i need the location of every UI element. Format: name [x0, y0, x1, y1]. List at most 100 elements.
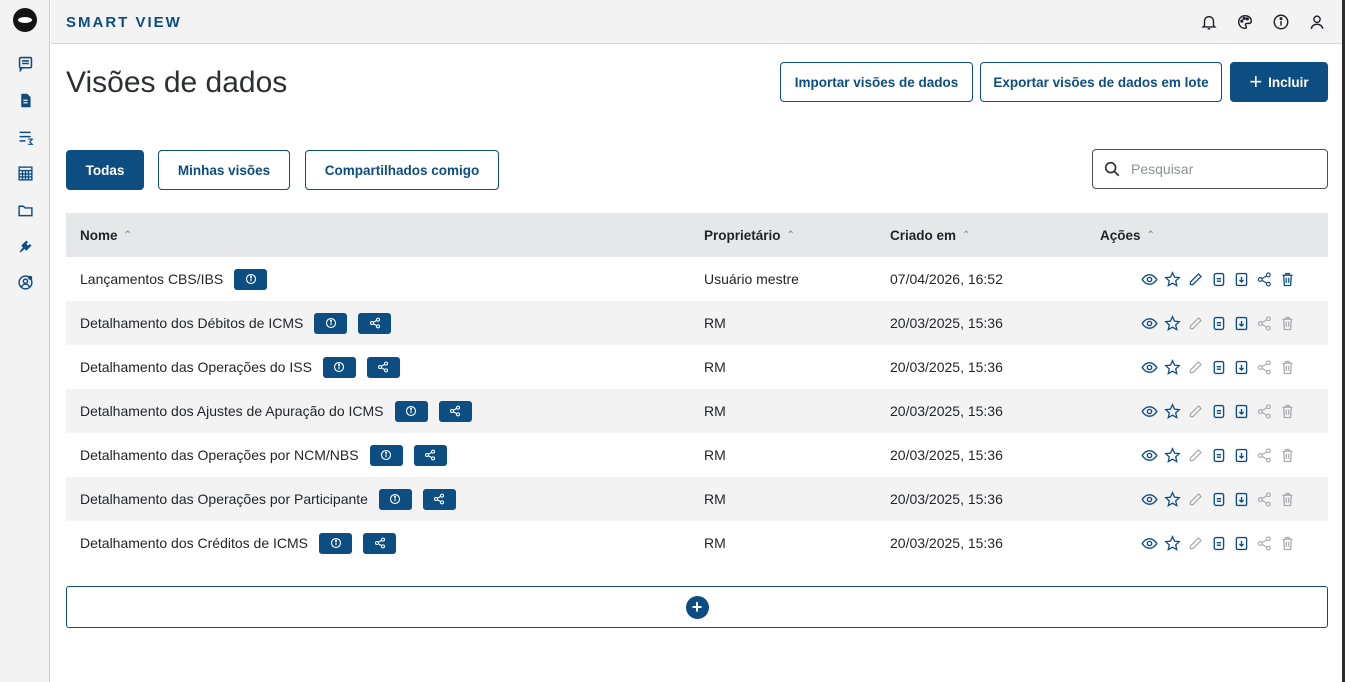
column-header-created[interactable]: Criado em ⌃	[890, 228, 1100, 243]
export-file-icon[interactable]	[1230, 444, 1253, 466]
view-name[interactable]: Detalhamento das Operações por Participa…	[80, 491, 368, 507]
duplicate-icon[interactable]	[1207, 356, 1230, 378]
formula-list-icon[interactable]	[12, 126, 38, 148]
column-header-owner[interactable]: Proprietário ⌃	[704, 228, 890, 243]
share-badge-icon[interactable]	[413, 444, 447, 466]
add-button[interactable]: + Incluir	[1230, 62, 1328, 102]
info-badge-icon[interactable]	[394, 400, 428, 422]
view-icon[interactable]	[1138, 532, 1161, 554]
duplicate-icon[interactable]	[1207, 532, 1230, 554]
export-file-icon[interactable]	[1230, 488, 1253, 510]
share-icon[interactable]	[1253, 400, 1276, 422]
view-icon[interactable]	[1138, 268, 1161, 290]
trash-icon[interactable]	[1276, 312, 1299, 334]
column-header-name[interactable]: Nome ⌃	[66, 228, 704, 243]
favorite-star-icon[interactable]	[1161, 400, 1184, 422]
view-name[interactable]: Lançamentos CBS/IBS	[80, 271, 223, 287]
trash-icon[interactable]	[1276, 444, 1299, 466]
plugin-icon[interactable]	[12, 235, 38, 257]
export-file-icon[interactable]	[1230, 400, 1253, 422]
table-row[interactable]: Detalhamento das Operações por Participa…	[66, 477, 1328, 521]
view-icon[interactable]	[1138, 444, 1161, 466]
info-badge-icon[interactable]	[234, 268, 268, 290]
share-badge-icon[interactable]	[358, 312, 392, 334]
favorite-star-icon[interactable]	[1161, 356, 1184, 378]
edit-pencil-icon[interactable]	[1184, 268, 1207, 290]
bell-icon[interactable]	[1198, 11, 1220, 33]
edit-pencil-icon[interactable]	[1184, 356, 1207, 378]
palette-icon[interactable]	[1234, 11, 1256, 33]
table-row[interactable]: Detalhamento das Operações do ISS RM 20/…	[66, 345, 1328, 389]
trash-icon[interactable]	[1276, 532, 1299, 554]
export-button[interactable]: Exportar visões de dados em lote	[980, 62, 1222, 102]
favorite-star-icon[interactable]	[1161, 532, 1184, 554]
trash-icon[interactable]	[1276, 268, 1299, 290]
folder-icon[interactable]	[12, 199, 38, 221]
table-row[interactable]: Detalhamento dos Débitos de ICMS RM 20/0…	[66, 301, 1328, 345]
duplicate-icon[interactable]	[1207, 400, 1230, 422]
export-file-icon[interactable]	[1230, 268, 1253, 290]
info-badge-icon[interactable]	[314, 312, 348, 334]
info-badge-icon[interactable]	[322, 356, 356, 378]
edit-pencil-icon[interactable]	[1184, 532, 1207, 554]
info-icon[interactable]	[1270, 11, 1292, 33]
trash-icon[interactable]	[1276, 488, 1299, 510]
favorite-star-icon[interactable]	[1161, 268, 1184, 290]
favorite-star-icon[interactable]	[1161, 488, 1184, 510]
view-name[interactable]: Detalhamento dos Débitos de ICMS	[80, 315, 303, 331]
view-name[interactable]: Detalhamento das Operações do ISS	[80, 359, 312, 375]
duplicate-icon[interactable]	[1207, 444, 1230, 466]
view-name[interactable]: Detalhamento das Operações por NCM/NBS	[80, 447, 359, 463]
edit-pencil-icon[interactable]	[1184, 312, 1207, 334]
filter-shared-button[interactable]: Compartilhados comigo	[305, 150, 499, 190]
favorite-star-icon[interactable]	[1161, 444, 1184, 466]
user-icon[interactable]	[1306, 11, 1328, 33]
duplicate-icon[interactable]	[1207, 268, 1230, 290]
share-badge-icon[interactable]	[438, 400, 472, 422]
column-header-actions[interactable]: Ações ⌃	[1100, 228, 1328, 243]
duplicate-icon[interactable]	[1207, 488, 1230, 510]
share-icon[interactable]	[1253, 356, 1276, 378]
add-row-bar[interactable]: +	[66, 586, 1328, 628]
edit-pencil-icon[interactable]	[1184, 444, 1207, 466]
info-badge-icon[interactable]	[378, 488, 412, 510]
search-box[interactable]	[1092, 149, 1328, 189]
grid-table-icon[interactable]	[12, 162, 38, 184]
view-icon[interactable]	[1138, 400, 1161, 422]
message-icon[interactable]	[12, 52, 38, 74]
document-icon[interactable]	[12, 89, 38, 111]
trash-icon[interactable]	[1276, 400, 1299, 422]
view-name[interactable]: Detalhamento dos Ajustes de Apuração do …	[80, 403, 384, 419]
share-badge-icon[interactable]	[366, 356, 400, 378]
info-badge-icon[interactable]	[369, 444, 403, 466]
search-input[interactable]	[1131, 161, 1311, 177]
share-icon[interactable]	[1253, 488, 1276, 510]
table-row[interactable]: Detalhamento dos Créditos de ICMS RM 20/…	[66, 521, 1328, 565]
filter-all-button[interactable]: Todas	[66, 150, 144, 190]
duplicate-icon[interactable]	[1207, 312, 1230, 334]
view-name[interactable]: Detalhamento dos Créditos de ICMS	[80, 535, 308, 551]
table-row[interactable]: Detalhamento dos Ajustes de Apuração do …	[66, 389, 1328, 433]
table-row[interactable]: Detalhamento das Operações por NCM/NBS R…	[66, 433, 1328, 477]
share-icon[interactable]	[1253, 444, 1276, 466]
edit-pencil-icon[interactable]	[1184, 400, 1207, 422]
view-icon[interactable]	[1138, 488, 1161, 510]
filter-mine-button[interactable]: Minhas visões	[158, 150, 290, 190]
app-logo[interactable]	[13, 8, 37, 32]
trash-icon[interactable]	[1276, 356, 1299, 378]
export-file-icon[interactable]	[1230, 532, 1253, 554]
export-file-icon[interactable]	[1230, 356, 1253, 378]
info-badge-icon[interactable]	[319, 532, 352, 554]
share-icon[interactable]	[1253, 312, 1276, 334]
share-badge-icon[interactable]	[422, 488, 456, 510]
view-icon[interactable]	[1138, 312, 1161, 334]
favorite-star-icon[interactable]	[1161, 312, 1184, 334]
import-button[interactable]: Importar visões de dados	[780, 62, 973, 102]
share-icon[interactable]	[1253, 532, 1276, 554]
share-badge-icon[interactable]	[363, 532, 396, 554]
edit-pencil-icon[interactable]	[1184, 488, 1207, 510]
share-icon[interactable]	[1253, 268, 1276, 290]
export-file-icon[interactable]	[1230, 312, 1253, 334]
view-icon[interactable]	[1138, 356, 1161, 378]
table-row[interactable]: Lançamentos CBS/IBS Usuário mestre 07/04…	[66, 257, 1328, 301]
